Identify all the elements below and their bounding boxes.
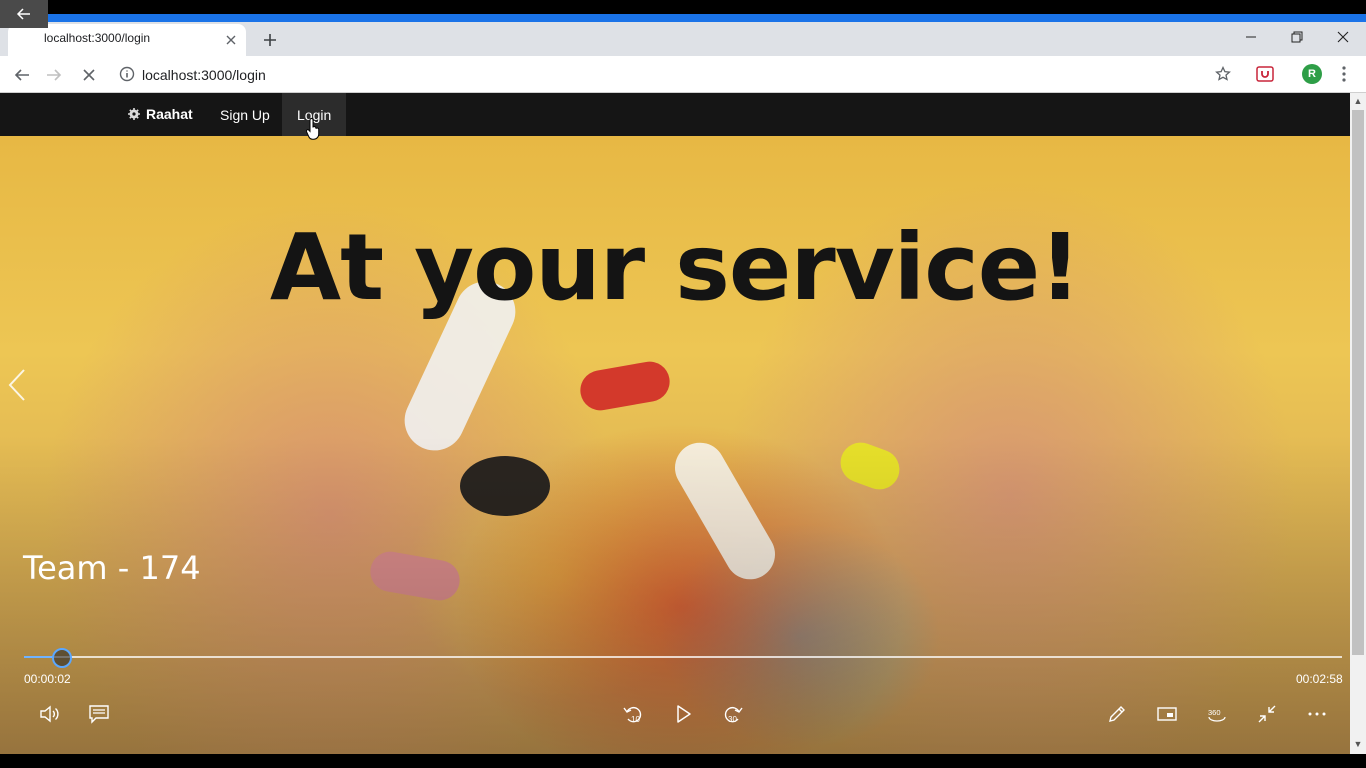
menu-icon[interactable] — [1336, 64, 1352, 84]
captions-button[interactable] — [85, 700, 113, 728]
pen-icon — [1109, 706, 1125, 722]
brand-link[interactable]: Raahat — [128, 106, 193, 122]
exit-fullscreen-icon — [1258, 705, 1276, 723]
minimize-icon — [1246, 36, 1256, 38]
hero-image: At your service! — [0, 136, 1350, 754]
skip-back-button[interactable]: 10 — [619, 700, 647, 728]
loading-bar — [0, 14, 1366, 22]
skip-forward-label: 30 — [728, 715, 737, 724]
plus-icon — [264, 34, 276, 46]
stop-loading-button[interactable] — [76, 62, 102, 88]
address-bar[interactable] — [110, 61, 1244, 88]
brand-name: Raahat — [146, 106, 193, 122]
volume-icon — [40, 705, 59, 723]
new-tab-button[interactable] — [258, 28, 282, 52]
tab-close-button[interactable] — [222, 31, 240, 49]
edit-button[interactable] — [1103, 700, 1131, 728]
skip-forward-button[interactable]: 30 — [719, 700, 747, 728]
tab-title: localhost:3000/login — [44, 31, 151, 45]
forward-30-icon: 30 — [724, 706, 743, 724]
seek-thumb[interactable] — [52, 648, 72, 668]
url-text[interactable]: localhost:3000/login — [142, 67, 266, 83]
player-back-button[interactable] — [0, 0, 48, 28]
scroll-down-button[interactable]: ▼ — [1350, 738, 1366, 750]
star-icon[interactable] — [1213, 64, 1233, 84]
forward-button[interactable] — [41, 62, 67, 88]
scrollbar-thumb[interactable] — [1352, 110, 1364, 655]
more-options-button[interactable] — [1303, 700, 1331, 728]
page-viewport: Raahat Sign Up Login At your service! — [0, 93, 1350, 754]
current-time: 00:00:02 — [24, 672, 71, 686]
hero-title: At your service! — [269, 214, 1081, 321]
volume-button[interactable] — [35, 700, 63, 728]
player-bottom-bar — [0, 754, 1366, 768]
play-button[interactable] — [669, 700, 697, 728]
back-arrow-icon — [16, 8, 30, 20]
site-navbar: Raahat Sign Up Login — [0, 93, 1350, 140]
play-icon — [677, 705, 691, 723]
close-window-button[interactable] — [1320, 24, 1366, 50]
rewind-10-icon: 10 — [623, 706, 642, 724]
forward-arrow-icon — [47, 69, 62, 81]
settings-icon — [128, 108, 140, 120]
info-icon[interactable] — [119, 66, 135, 82]
close-icon — [226, 35, 236, 45]
restore-button[interactable] — [1274, 24, 1320, 50]
carousel-prev-button[interactable] — [6, 368, 28, 402]
miniplayer-icon — [1157, 707, 1177, 721]
player-top-bar — [0, 0, 1366, 14]
restore-icon — [1291, 31, 1303, 43]
exit-fullscreen-button[interactable] — [1253, 700, 1281, 728]
close-icon — [1337, 31, 1349, 43]
view-360-button[interactable]: 360 — [1203, 700, 1231, 728]
close-icon — [83, 69, 95, 81]
more-icon — [1308, 712, 1326, 716]
hand-cursor-icon — [305, 117, 320, 141]
skip-back-label: 10 — [631, 715, 640, 724]
extension-icon[interactable] — [1256, 65, 1274, 83]
seek-progress — [24, 656, 53, 658]
scroll-up-button[interactable]: ▲ — [1350, 95, 1366, 107]
video-title: Team - 174 — [23, 549, 201, 587]
captions-icon — [89, 705, 109, 724]
pill-shape — [577, 358, 673, 414]
back-arrow-icon — [14, 69, 29, 81]
minimize-button[interactable] — [1228, 24, 1274, 50]
total-time: 00:02:58 — [1296, 672, 1343, 686]
chevron-left-icon — [8, 369, 25, 401]
profile-avatar[interactable]: R — [1302, 64, 1322, 84]
360-icon: 360 — [1208, 708, 1226, 722]
miniplayer-button[interactable] — [1153, 700, 1181, 728]
seek-bar[interactable] — [24, 656, 1342, 658]
back-button[interactable] — [9, 62, 35, 88]
nav-signup-link[interactable]: Sign Up — [205, 93, 285, 136]
view-360-label: 360 — [1208, 708, 1221, 717]
